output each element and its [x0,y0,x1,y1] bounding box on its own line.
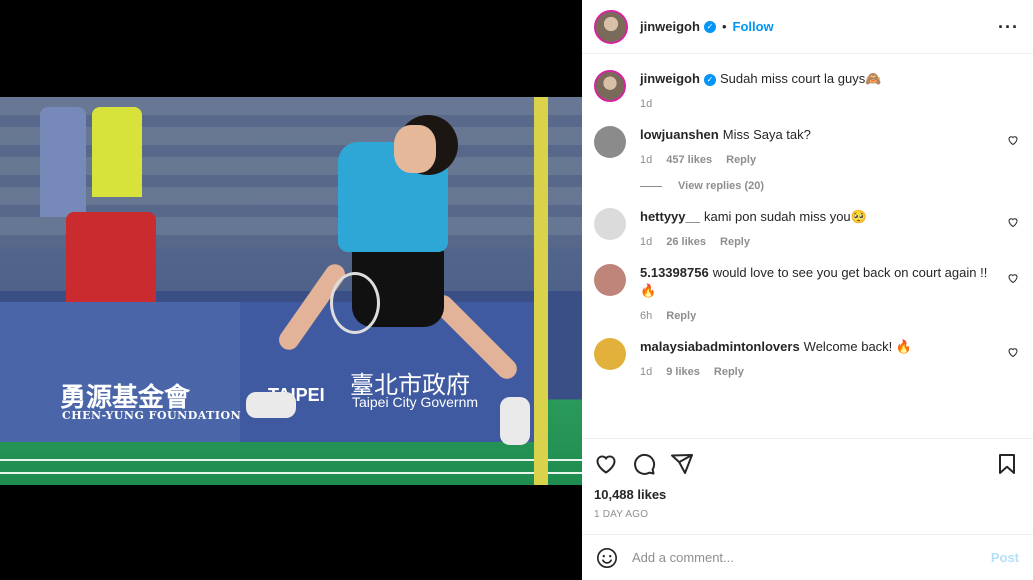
comment-likes[interactable]: 26 likes [666,236,706,248]
comment-time: 1d [640,154,652,166]
like-comment-heart-icon[interactable] [1007,216,1019,228]
reply-button[interactable]: Reply [714,366,744,378]
author-username[interactable]: jinweigoh [640,19,700,34]
banner-right-en: Taipei City Governm [352,394,478,410]
emoji-smiley-icon[interactable] [596,547,618,569]
comment-likes[interactable]: 457 likes [666,154,712,166]
verified-icon: ✓ [704,74,716,86]
comment-username[interactable]: hettyyy__ [640,209,700,224]
reply-button[interactable]: Reply [726,154,756,166]
player-face [394,125,436,173]
photo-spectator [66,212,156,302]
more-horizontal-icon[interactable]: ··· [998,18,1019,36]
commenter-avatar[interactable] [594,264,626,296]
comment-bubble-icon[interactable] [632,452,656,476]
caption-time: 1d [640,98,652,110]
post-actions: 10,488 likes 1 DAY AGO [582,438,1033,520]
comment-input[interactable] [632,550,991,565]
follow-button[interactable]: Follow [733,19,774,34]
like-count[interactable]: 10,488 likes [594,487,1019,502]
player-shoe [500,397,530,445]
action-icons [594,449,1019,479]
comment-time: 1d [640,236,652,248]
like-comment-heart-icon[interactable] [1007,134,1019,146]
commenter-avatar[interactable] [594,338,626,370]
instagram-post-view: 勇源基金會 CHEN-YUNG FOUNDATION TAIPEI 臺北市政府 … [0,0,1033,580]
comment-text: Miss Saya tak? [723,127,811,142]
caption-username[interactable]: jinweigoh [640,71,700,86]
view-replies-label: View replies (20) [678,180,764,192]
comment-text: kami pon sudah miss you🥺 [704,209,867,224]
author-avatar[interactable] [594,10,628,44]
verified-icon: ✓ [704,21,716,33]
reply-button[interactable]: Reply [666,310,696,322]
comment-item: 5.13398756would love to see you get back… [594,264,1019,322]
racket [330,272,380,334]
header-separator: • [722,19,727,34]
add-comment-bar: Post [582,534,1033,580]
comment-time: 6h [640,310,652,322]
comments-list[interactable]: jinweigoh ✓ Sudah miss court la guys🙈 1d l… [582,54,1033,438]
photo-spectator [40,107,86,217]
comment-text: Welcome back! 🔥 [804,339,912,354]
caption: jinweigoh ✓ Sudah miss court la guys🙈 1d [594,70,1019,110]
comment-username[interactable]: malaysiabadmintonlovers [640,339,800,354]
comment-likes[interactable]: 9 likes [666,366,700,378]
court-line [0,472,582,474]
replies-divider [640,186,662,187]
post-header: jinweigoh ✓ • Follow ··· [582,0,1033,54]
media-panel: 勇源基金會 CHEN-YUNG FOUNDATION TAIPEI 臺北市政府 … [0,0,582,580]
comment-username[interactable]: 5.13398756 [640,265,709,280]
comment-time: 1d [640,366,652,378]
post-photo[interactable]: 勇源基金會 CHEN-YUNG FOUNDATION TAIPEI 臺北市政府 … [0,97,582,485]
like-comment-heart-icon[interactable] [1007,272,1019,284]
comment-item: lowjuanshen Miss Saya tak? 1d 457 likes R… [594,126,1019,166]
comment-username[interactable]: lowjuanshen [640,127,719,142]
caption-text: jinweigoh ✓ Sudah miss court la guys🙈 [640,70,989,88]
like-comment-heart-icon[interactable] [1007,346,1019,358]
comment-item: malaysiabadmintonlovers Welcome back! 🔥 1… [594,338,1019,378]
post-timestamp: 1 DAY AGO [594,509,1019,520]
banner-left-en: CHEN-YUNG FOUNDATION [62,409,241,422]
commenter-avatar[interactable] [594,126,626,158]
share-send-icon[interactable] [670,452,694,476]
post-comment-button[interactable]: Post [991,550,1019,565]
photo-spectator [92,107,142,197]
player-shoe [246,392,296,418]
reply-button[interactable]: Reply [720,236,750,248]
comment-item: hettyyy__ kami pon sudah miss you🥺 1d 26 … [594,208,1019,248]
post-sidebar: jinweigoh ✓ • Follow ··· jinweigoh ✓ Sudah… [582,0,1033,580]
commenter-avatar[interactable] [594,208,626,240]
net-post [534,97,548,485]
author-avatar[interactable] [594,70,626,102]
like-heart-icon[interactable] [594,452,618,476]
court-line [0,459,582,461]
save-bookmark-icon[interactable] [995,452,1019,476]
caption-body: Sudah miss court la guys🙈 [720,71,881,86]
view-replies-button[interactable]: View replies (20) [640,180,1019,192]
